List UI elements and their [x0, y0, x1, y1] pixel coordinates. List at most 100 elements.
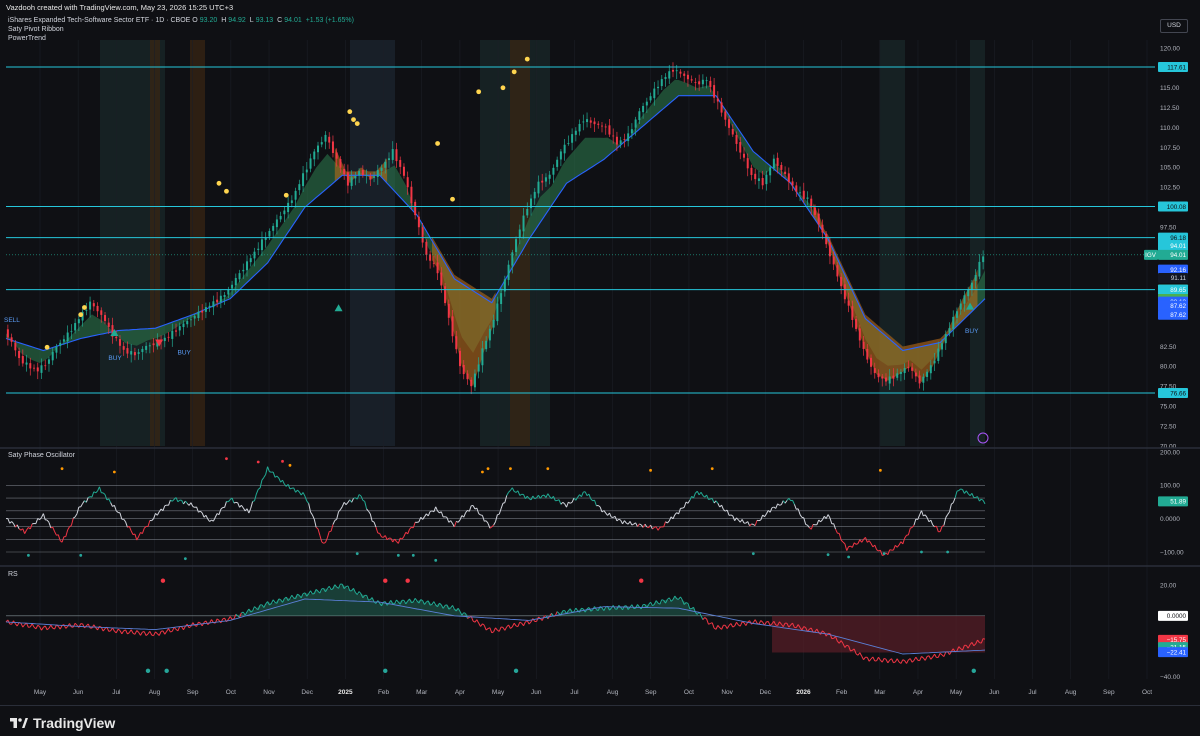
- candle-body: [108, 323, 110, 327]
- time-axis-tick: Feb: [378, 689, 390, 696]
- candle-body: [63, 339, 65, 341]
- candle-body: [67, 333, 69, 342]
- candle-body: [418, 217, 420, 228]
- candle-body: [792, 181, 794, 185]
- candle-body: [866, 349, 868, 360]
- candle-body: [197, 312, 199, 318]
- candle-body: [59, 343, 61, 346]
- candle-body: [399, 160, 401, 167]
- currency-button[interactable]: USD: [1160, 19, 1188, 33]
- candle-body: [982, 256, 984, 262]
- candle-body: [11, 337, 13, 342]
- candle-body: [332, 141, 334, 153]
- candle-body: [765, 175, 767, 184]
- chart-canvas[interactable]: SELLBUYBUYBUY120.00117.50115.00112.50110…: [0, 0, 1200, 705]
- signal-dot: [512, 69, 517, 74]
- price-axis-tick: 107.50: [1160, 145, 1180, 152]
- candle-body: [780, 165, 782, 170]
- candle-body: [508, 265, 510, 280]
- candle-body: [205, 307, 207, 312]
- candle-body: [310, 158, 312, 168]
- time-axis-tick: Oct: [684, 689, 694, 696]
- candle-body: [384, 162, 386, 168]
- price-tag-text: 94.01: [1170, 243, 1186, 250]
- candle-body: [967, 289, 969, 296]
- candle-body: [676, 70, 678, 71]
- regime-zone: [190, 40, 205, 446]
- change-value: +1.53 (+1.65%): [306, 17, 354, 24]
- candle-body: [182, 324, 184, 327]
- candle-body: [388, 158, 390, 160]
- candle-body: [616, 137, 618, 145]
- candle-body: [739, 142, 741, 153]
- candle-body: [74, 323, 76, 330]
- candle-body: [848, 301, 850, 306]
- candle-body: [702, 80, 704, 85]
- candle-body: [795, 185, 797, 191]
- candle-body: [220, 296, 222, 302]
- price-tag-text: 91.11: [1171, 275, 1187, 282]
- price-tag-text: 87.62: [1170, 303, 1186, 310]
- rs-value-tag-text: 0.0000: [1167, 613, 1187, 620]
- time-axis-tick: Oct: [1142, 689, 1152, 696]
- level-price-tag-text: 100.08: [1167, 204, 1187, 211]
- candle-body: [123, 346, 125, 350]
- candle-body: [377, 170, 379, 177]
- candle-body: [904, 368, 906, 373]
- candle-body: [414, 202, 416, 215]
- tradingview-brand[interactable]: TradingView: [10, 715, 115, 731]
- oscillator-line-segment: [165, 505, 167, 506]
- candle-body: [392, 149, 394, 160]
- candle-body: [194, 316, 196, 318]
- candle-body: [657, 87, 659, 88]
- candle-body: [840, 277, 842, 286]
- oscillator-signal-dot: [257, 461, 260, 464]
- price-axis-tick: 110.00: [1160, 125, 1180, 132]
- candle-body: [141, 349, 143, 352]
- time-axis-tick: Jun: [73, 689, 84, 696]
- candle-body: [328, 137, 330, 143]
- candle-body: [283, 211, 285, 215]
- oscillator-title: Saty Phase Oscillator: [8, 452, 75, 459]
- rs-signal-dot: [383, 578, 387, 582]
- candle-body: [743, 154, 745, 158]
- candle-body: [829, 243, 831, 257]
- signal-dot: [525, 57, 530, 62]
- oscillator-signal-dot: [711, 467, 714, 470]
- rs-signal-dot: [383, 669, 387, 673]
- price-tag: IGV: [1144, 250, 1158, 260]
- indicator-ribbon-label[interactable]: Saty Pivot Ribbon: [8, 26, 64, 33]
- price-tag: 87.62: [1158, 301, 1188, 311]
- rs-line-segment: [983, 639, 985, 640]
- candle-body: [459, 351, 461, 366]
- oscillator-line-segment: [806, 524, 808, 525]
- candle-body: [351, 177, 353, 186]
- candle-body: [410, 187, 412, 204]
- high-label: H: [221, 17, 226, 24]
- candle-body: [452, 316, 454, 336]
- time-axis-tick: Jul: [1028, 689, 1037, 696]
- candle-body: [201, 311, 203, 313]
- indicator-powertrend-label[interactable]: PowerTrend: [8, 35, 46, 42]
- candle-body: [134, 352, 136, 355]
- candle-body: [336, 152, 338, 158]
- chart-caption: Vazdooh created with TradingView.com, Ma…: [6, 3, 233, 12]
- candle-body: [855, 319, 857, 329]
- candle-body: [963, 295, 965, 303]
- candle-body: [55, 347, 57, 353]
- rs-signal-dot: [161, 578, 165, 582]
- candle-body: [978, 262, 980, 277]
- candle-body: [844, 284, 846, 299]
- oscillator-line-segment: [682, 507, 684, 508]
- candle-body: [911, 368, 913, 371]
- price-axis-tick: 72.50: [1160, 423, 1177, 430]
- candle-body: [732, 129, 734, 135]
- time-axis-tick: 2026: [796, 689, 811, 696]
- candle-body: [597, 124, 599, 125]
- candle-body: [590, 120, 592, 122]
- candle-body: [381, 168, 383, 171]
- time-axis-tick: Jul: [570, 689, 579, 696]
- candle-body: [859, 328, 861, 340]
- candle-body: [833, 256, 835, 264]
- candle-body: [239, 273, 241, 279]
